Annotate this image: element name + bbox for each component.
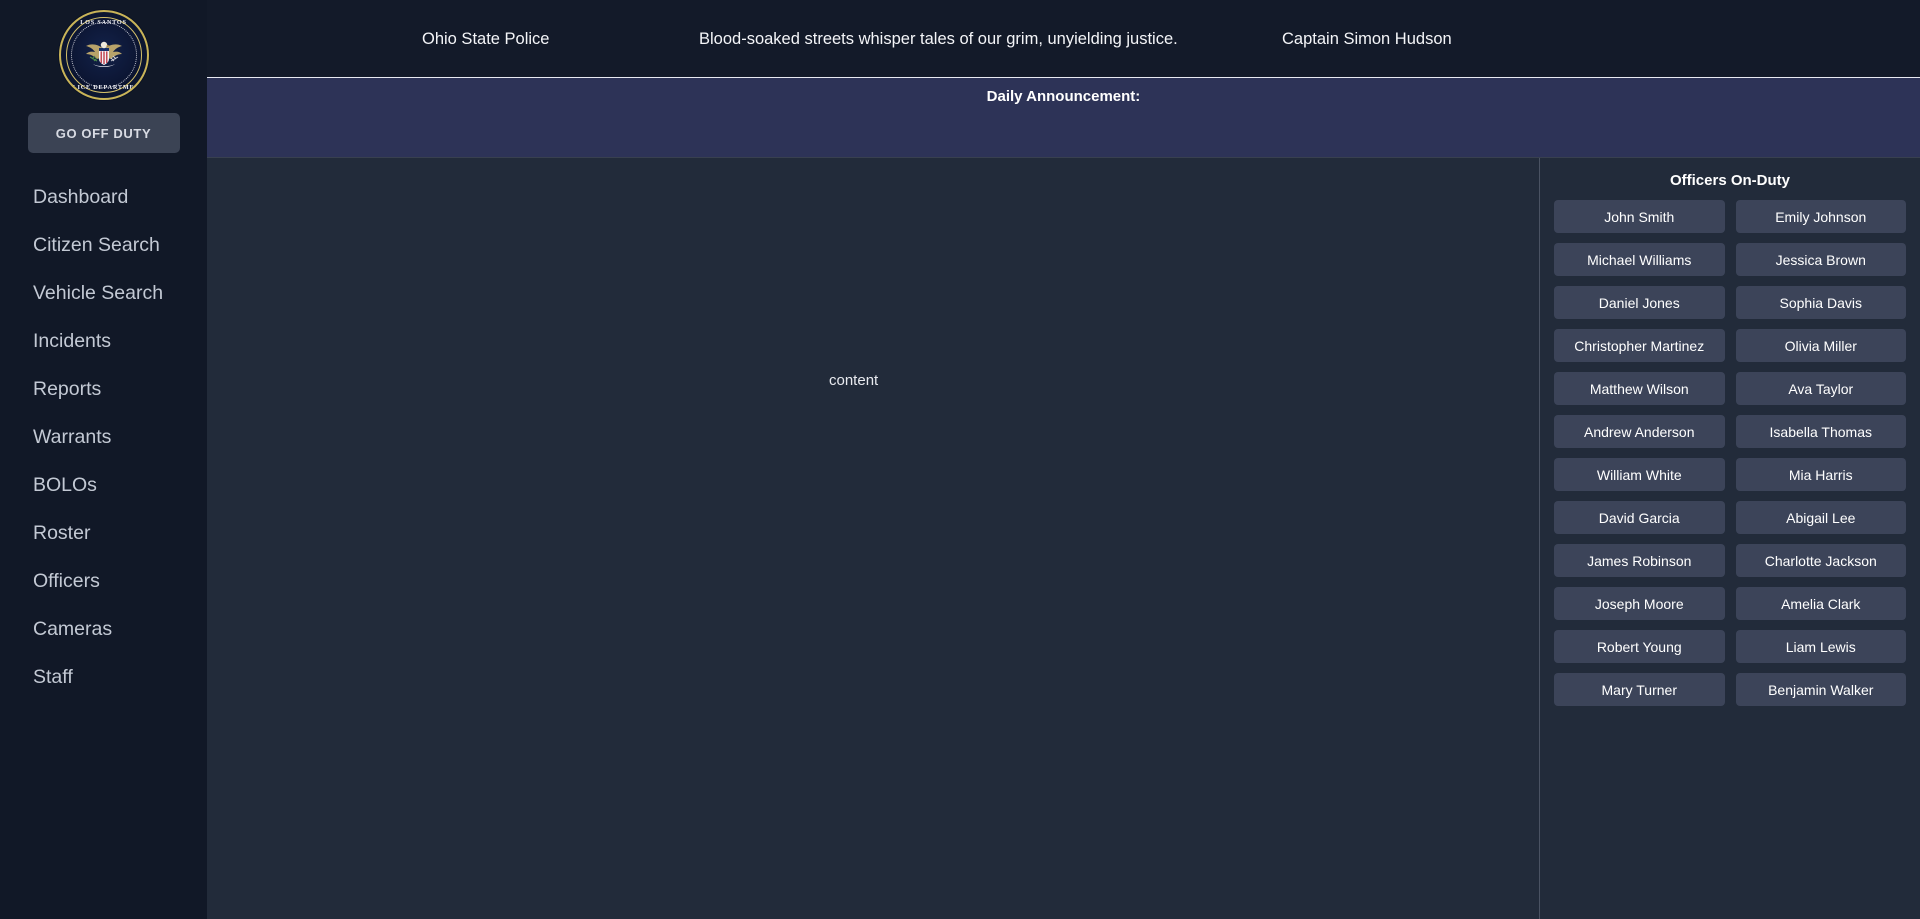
officer-button[interactable]: Mia Harris: [1735, 458, 1906, 491]
officer-button[interactable]: Mary Turner: [1554, 673, 1725, 706]
content-placeholder-text: content: [829, 372, 879, 389]
top-header-bar: Ohio State Police Blood-soaked streets w…: [207, 0, 1920, 77]
officer-button[interactable]: Liam Lewis: [1735, 630, 1906, 663]
officer-button[interactable]: Isabella Thomas: [1735, 415, 1906, 448]
officer-button[interactable]: Joseph Moore: [1554, 587, 1725, 620]
officer-button[interactable]: James Robinson: [1554, 544, 1725, 577]
officers-on-duty-panel: Officers On-Duty John Smith Emily Johnso…: [1540, 158, 1920, 919]
sidebar-item-officers[interactable]: Officers: [33, 557, 207, 605]
officer-button[interactable]: Abigail Lee: [1735, 501, 1906, 534]
officer-button[interactable]: Ava Taylor: [1735, 372, 1906, 405]
officer-button[interactable]: Charlotte Jackson: [1735, 544, 1906, 577]
seal-text-top: LOS SANTOS: [80, 19, 127, 26]
sidebar-item-cameras[interactable]: Cameras: [33, 605, 207, 653]
sidebar-item-reports[interactable]: Reports: [33, 365, 207, 413]
police-seal-icon: LOS SANTOS POLICE DEPARTMENT: [58, 10, 149, 100]
officers-on-duty-title: Officers On-Duty: [1669, 172, 1790, 189]
officer-button[interactable]: David Garcia: [1554, 501, 1725, 534]
app-root: LOS SANTOS POLICE DEPARTMENT GO OFF DUTY…: [0, 0, 1920, 919]
officer-button[interactable]: Andrew Anderson: [1554, 415, 1725, 448]
officer-button[interactable]: Matthew Wilson: [1554, 372, 1725, 405]
eagle-emblem-icon: [85, 41, 122, 67]
officer-button[interactable]: Christopher Martinez: [1554, 329, 1725, 362]
go-off-duty-button[interactable]: GO OFF DUTY: [27, 113, 180, 153]
officer-button[interactable]: Benjamin Walker: [1735, 673, 1906, 706]
officer-button[interactable]: Olivia Miller: [1735, 329, 1906, 362]
header-motto: Blood-soaked streets whisper tales of ou…: [699, 30, 1178, 48]
sidebar-item-dashboard[interactable]: Dashboard: [33, 173, 207, 221]
dashboard-body: content Officers On-Duty John Smith Emil…: [207, 157, 1920, 919]
officer-button[interactable]: William White: [1554, 458, 1725, 491]
content-pane: content: [207, 158, 1540, 919]
header-current-user: Captain Simon Hudson: [1282, 30, 1452, 48]
officer-button[interactable]: Sophia Davis: [1735, 286, 1906, 319]
seal-text-bottom: POLICE DEPARTMENT: [62, 84, 145, 91]
header-department-name: Ohio State Police: [422, 30, 550, 48]
sidebar-item-roster[interactable]: Roster: [33, 509, 207, 557]
sidebar-item-bolos[interactable]: BOLOs: [33, 461, 207, 509]
officer-button[interactable]: John Smith: [1554, 200, 1725, 233]
sidebar-nav: Dashboard Citizen Search Vehicle Search …: [0, 173, 207, 701]
officers-on-duty-grid: John Smith Emily Johnson Michael William…: [1554, 200, 1906, 706]
officer-button[interactable]: Daniel Jones: [1554, 286, 1725, 319]
sidebar-item-staff[interactable]: Staff: [33, 653, 207, 701]
officer-button[interactable]: Robert Young: [1554, 630, 1725, 663]
officer-button[interactable]: Michael Williams: [1554, 243, 1725, 276]
sidebar-item-vehicle-search[interactable]: Vehicle Search: [33, 269, 207, 317]
officer-button[interactable]: Jessica Brown: [1735, 243, 1906, 276]
officer-button[interactable]: Amelia Clark: [1735, 587, 1906, 620]
main-region: Ohio State Police Blood-soaked streets w…: [207, 0, 1920, 919]
sidebar-item-citizen-search[interactable]: Citizen Search: [33, 221, 207, 269]
sidebar-item-incidents[interactable]: Incidents: [33, 317, 207, 365]
department-logo: LOS SANTOS POLICE DEPARTMENT: [58, 9, 150, 101]
officer-button[interactable]: Emily Johnson: [1735, 200, 1906, 233]
sidebar-item-warrants[interactable]: Warrants: [33, 413, 207, 461]
sidebar: LOS SANTOS POLICE DEPARTMENT GO OFF DUTY…: [0, 0, 207, 919]
daily-announcement-banner: Daily Announcement:: [207, 77, 1920, 157]
daily-announcement-title: Daily Announcement:: [986, 88, 1141, 105]
